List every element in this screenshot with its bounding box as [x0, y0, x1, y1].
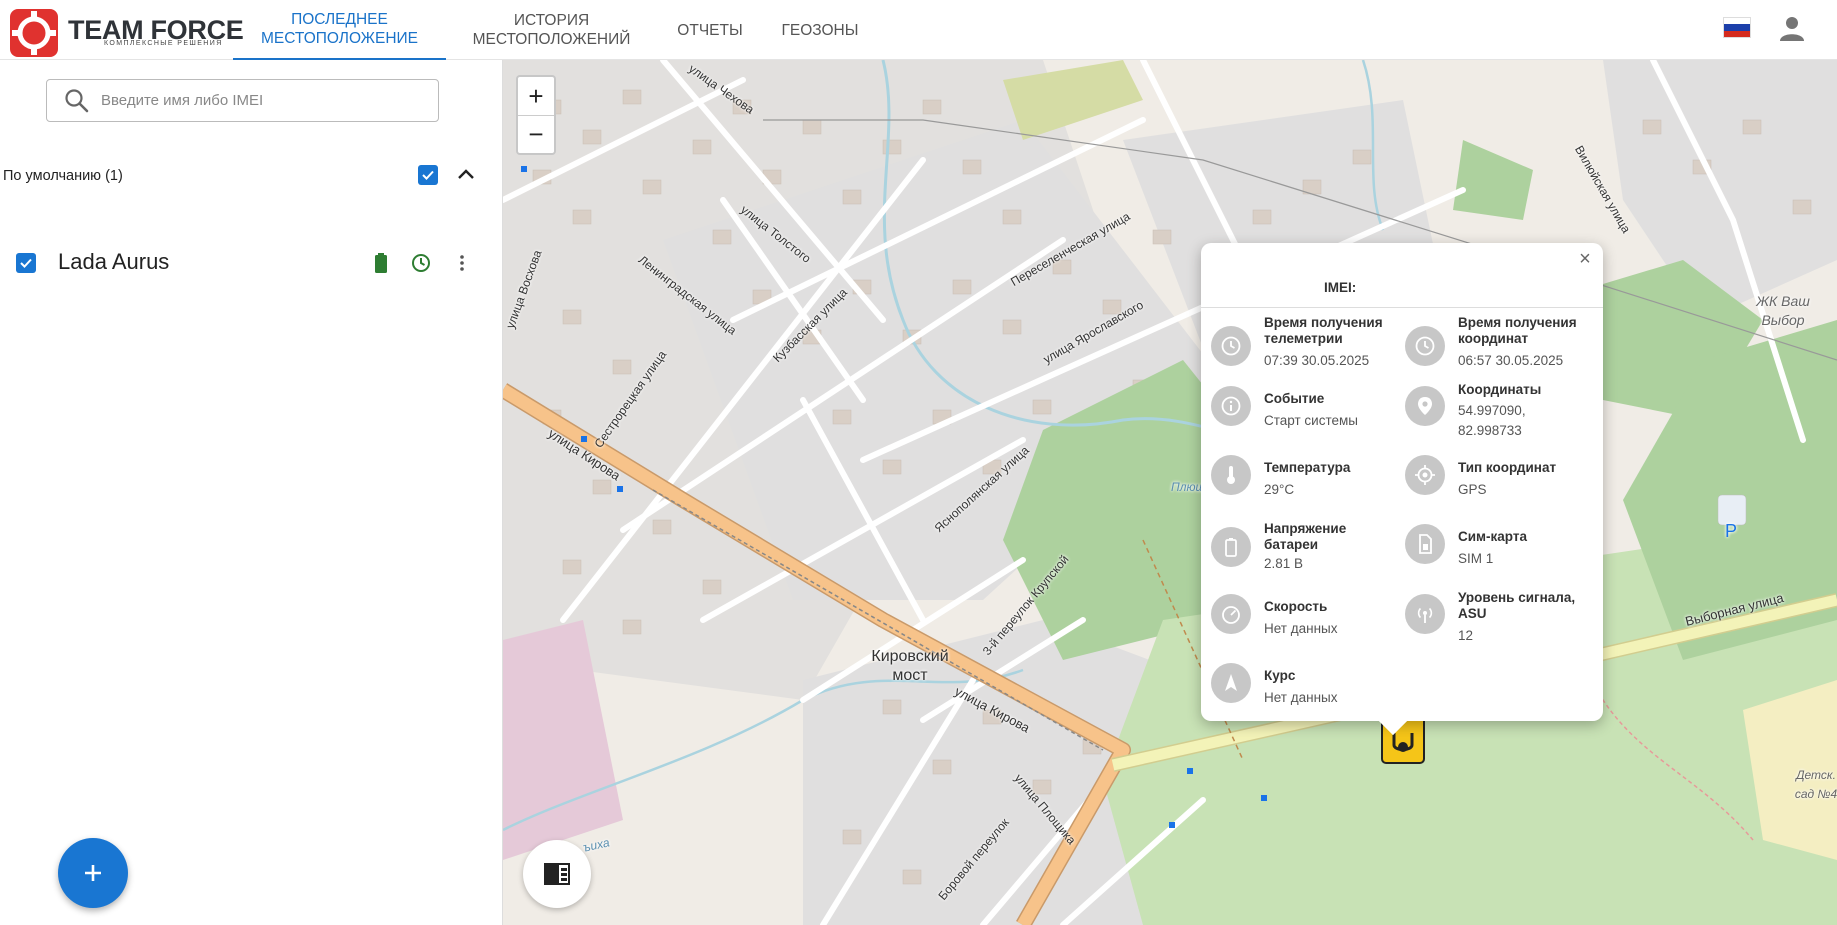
zoom-controls: + −: [516, 75, 556, 155]
clock-icon: [1405, 326, 1445, 366]
tab-last-location[interactable]: ПОСЛЕДНЕЕ МЕСТОПОЛОЖЕНИЕ: [233, 0, 446, 60]
sidebar-toggle-icon: [544, 863, 570, 885]
field-title: Время получения координат: [1458, 315, 1577, 346]
map-label-kindergarten: Детск. сад №4: [1794, 768, 1837, 801]
add-device-button[interactable]: [58, 838, 128, 908]
field-value: 29°C: [1264, 482, 1295, 497]
tab-location-history[interactable]: ИСТОРИЯ МЕСТОПОЛОЖЕНИЙ: [446, 0, 657, 60]
device-info-popup: × IMEI: Время получения телеметрии 07:39…: [1201, 243, 1603, 736]
field-course: Курс Нет данных: [1201, 663, 1391, 728]
signal-tower-icon: [1405, 594, 1445, 634]
field-value: 2.81 В: [1264, 556, 1304, 571]
sim-card-icon: [1405, 524, 1445, 564]
brand-logo[interactable]: TEAM FORCE КОМПЛЕКСНЫЕ РЕШЕНИЯ: [10, 9, 244, 57]
field-title: Тип координат: [1458, 460, 1557, 475]
zoom-in-button[interactable]: +: [518, 77, 554, 115]
tab-geozones[interactable]: ГЕОЗОНЫ: [763, 0, 877, 60]
check-icon: [20, 258, 32, 268]
search-icon: [65, 88, 89, 112]
group-label: По умолчанию (1): [3, 168, 123, 184]
battery-icon: [375, 253, 387, 273]
field-temperature: Температура 29°C: [1201, 455, 1391, 520]
device-sidebar: По умолчанию (1) Lada Aurus: [0, 60, 503, 925]
user-icon[interactable]: [1778, 14, 1806, 42]
field-coords-time: Время получения координат 06:57 30.05.20…: [1395, 315, 1585, 375]
location-pin-icon: [1405, 386, 1445, 426]
main-nav: ПОСЛЕДНЕЕ МЕСТОПОЛОЖЕНИЕ ИСТОРИЯ МЕСТОПО…: [233, 0, 877, 60]
field-coord-type: Тип координат GPS: [1395, 455, 1585, 520]
field-value: 54.997090, 82.998733: [1458, 403, 1526, 438]
field-value: SIM 1: [1458, 551, 1494, 566]
field-value: 06:57 30.05.2025: [1458, 353, 1564, 368]
field-value: 07:39 30.05.2025: [1264, 353, 1370, 368]
field-title: Напряжение батареи: [1264, 521, 1347, 552]
close-icon[interactable]: ×: [1575, 249, 1595, 269]
map-view[interactable]: Кировский мост ЖК Ваш Выбор Детск. сад №…: [503, 60, 1837, 925]
zoom-out-button[interactable]: −: [518, 115, 554, 153]
field-title: Сим-карта: [1458, 529, 1527, 544]
sidebar-toggle-button[interactable]: [523, 840, 591, 908]
field-value: Нет данных: [1264, 690, 1338, 705]
device-list-item[interactable]: Lada Aurus: [0, 240, 503, 286]
field-signal: Уровень сигнала, ASU 12: [1395, 590, 1585, 650]
check-icon: [422, 170, 434, 180]
field-value: Старт системы: [1264, 413, 1358, 428]
search-input[interactable]: [101, 92, 421, 109]
map-label-complex: ЖК Ваш Выбор: [1756, 293, 1810, 328]
field-title: Координаты: [1458, 382, 1542, 397]
map-label-parking: P: [1724, 521, 1737, 541]
field-telemetry-time: Время получения телеметрии 07:39 30.05.2…: [1201, 315, 1391, 375]
field-value: GPS: [1458, 482, 1487, 497]
field-event: Событие Старт системы: [1201, 386, 1391, 451]
field-title: Температура: [1264, 460, 1351, 475]
map-tiles: [503, 60, 1837, 925]
tab-reports[interactable]: ОТЧЕТЫ: [657, 0, 763, 60]
battery-icon: [1211, 527, 1251, 567]
team-force-logo-icon: [10, 9, 58, 57]
field-value: 12: [1458, 628, 1474, 643]
field-title: Скорость: [1264, 599, 1328, 614]
field-title: Курс: [1264, 668, 1296, 683]
field-speed: Скорость Нет данных: [1201, 594, 1391, 659]
search-box: [46, 79, 439, 122]
field-sim: Сим-карта SIM 1: [1395, 524, 1585, 589]
info-icon: [1211, 386, 1251, 426]
device-name: Lada Aurus: [58, 249, 170, 274]
russia-flag-icon[interactable]: [1723, 17, 1751, 38]
app-header: TEAM FORCE КОМПЛЕКСНЫЕ РЕШЕНИЯ ПОСЛЕДНЕЕ…: [0, 0, 1837, 60]
thermometer-icon: [1211, 455, 1251, 495]
gps-icon: [1405, 455, 1445, 495]
clock-icon: [1211, 326, 1251, 366]
field-value: Нет данных: [1264, 621, 1338, 636]
device-checkbox[interactable]: [16, 253, 36, 273]
chevron-up-icon[interactable]: [454, 163, 478, 187]
imei-label: IMEI:: [1324, 280, 1357, 295]
field-battery-voltage: Напряжение батареи 2.81 В: [1201, 521, 1391, 581]
speedometer-icon: [1211, 594, 1251, 634]
popup-divider: [1201, 307, 1603, 308]
field-coordinates: Координаты 54.997090, 82.998733: [1395, 382, 1585, 442]
map-label-bridge: Кировский мост: [871, 648, 949, 684]
brand-subtitle: КОМПЛЕКСНЫЕ РЕШЕНИЯ: [104, 40, 223, 47]
navigation-arrow-icon: [1211, 663, 1251, 703]
group-checkbox[interactable]: [418, 165, 438, 185]
more-vert-icon[interactable]: [452, 253, 472, 273]
field-title: Событие: [1264, 391, 1325, 406]
clock-icon[interactable]: [411, 253, 431, 273]
field-title: Время получения телеметрии: [1264, 315, 1383, 346]
plus-icon: [85, 865, 101, 881]
field-title: Уровень сигнала, ASU: [1458, 590, 1576, 621]
